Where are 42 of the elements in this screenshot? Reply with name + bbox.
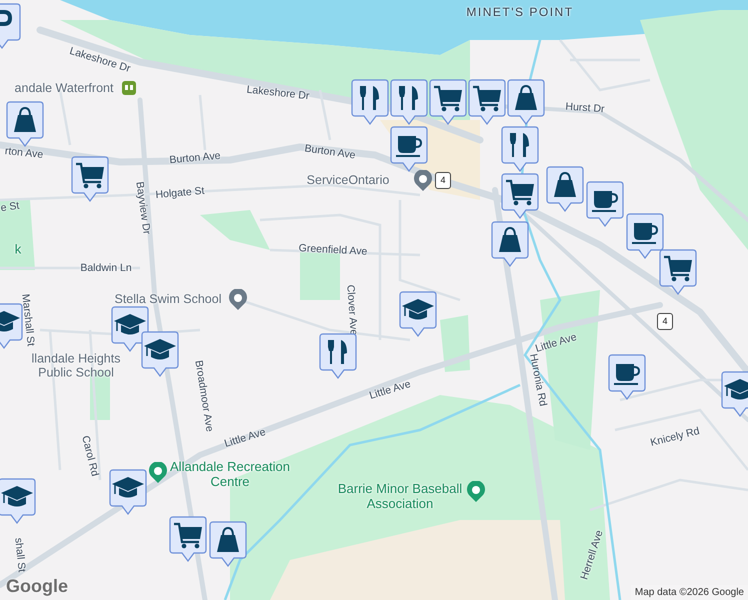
map-label: andale Waterfront <box>14 80 114 96</box>
map-label: Broadmoor Ave <box>192 359 216 433</box>
map-logo: Google <box>6 576 68 597</box>
park-area <box>440 315 470 372</box>
map-label: Little Ave <box>534 331 578 355</box>
park-area <box>200 210 270 250</box>
location-pin-icon <box>149 462 167 484</box>
map-label: Allandale Recreation Centre <box>170 460 290 490</box>
map-label: Baldwin Ln <box>80 262 132 274</box>
map-label: e St <box>0 200 20 214</box>
route-shield: 4 <box>435 172 451 189</box>
map-label: Lakeshore Dr <box>246 84 310 102</box>
graduation-cap-marker-icon[interactable] <box>721 371 748 417</box>
map-label: ServiceOntario <box>306 172 390 188</box>
map-label: Herrell Ave <box>578 528 606 582</box>
map-label: MINET'S POINT <box>466 6 574 20</box>
map-label: Little Ave <box>222 426 268 450</box>
map-label: Marshall St <box>19 293 37 347</box>
map-label: Greenfield Ave <box>298 242 368 258</box>
map-label: Bayview Dr <box>133 180 153 236</box>
map-label: Stella Swim School <box>114 292 222 306</box>
location-pin-icon <box>467 481 485 503</box>
minor-road <box>318 90 332 140</box>
map-label: shall St <box>12 537 28 573</box>
map-label: Hurst Dr <box>565 100 605 116</box>
map-label: k <box>14 242 22 258</box>
graduation-cap-marker-icon[interactable] <box>0 478 36 524</box>
location-pin-icon <box>229 289 247 311</box>
map-label: Carol Rd <box>79 434 101 478</box>
route-shield: 4 <box>657 313 673 330</box>
train-icon <box>122 81 136 95</box>
map-label: Barrie Minor Baseball Association <box>336 482 464 512</box>
map-label: Burton Ave <box>168 150 222 166</box>
map-label: Huronia Rd <box>527 352 549 408</box>
location-pin-icon <box>414 170 432 192</box>
map-label: Holgate St <box>155 184 205 202</box>
map-label: Knicely Rd <box>649 425 701 449</box>
map-label: Burton Ave <box>304 142 356 162</box>
minor-road <box>198 94 206 150</box>
map-label: rton Ave <box>4 145 44 161</box>
map-label: llandale Heights Public School <box>30 352 122 380</box>
map-label: Little Ave <box>368 378 412 402</box>
